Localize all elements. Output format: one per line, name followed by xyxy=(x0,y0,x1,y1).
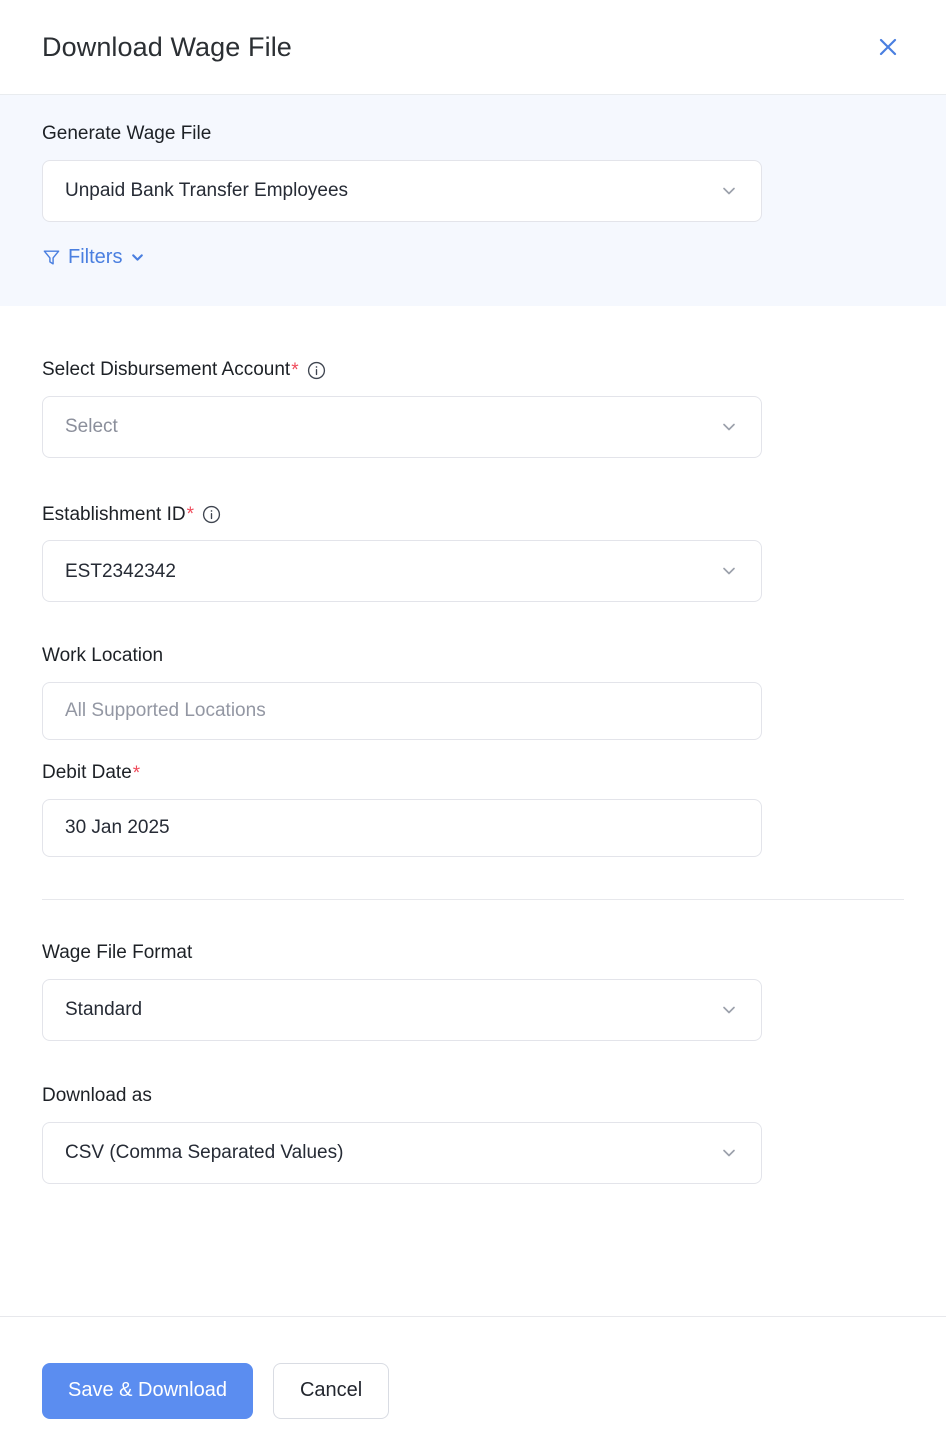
field-debit-date: Debit Date* 30 Jan 2025 xyxy=(42,762,904,857)
filters-toggle[interactable]: Filters xyxy=(42,246,146,269)
required-marker: * xyxy=(133,764,140,783)
debit-date-label: Debit Date* xyxy=(42,762,904,785)
generate-wage-file-label-text: Generate Wage File xyxy=(42,123,211,146)
download-wage-file-dialog: Download Wage File Generate Wage File Un… xyxy=(0,0,946,1432)
chevron-down-icon xyxy=(129,249,146,266)
work-location-label: Work Location xyxy=(42,645,904,668)
field-wage-file-format: Wage File Format Standard xyxy=(42,942,904,1041)
required-marker: * xyxy=(291,361,298,380)
dialog-header: Download Wage File xyxy=(0,0,946,95)
chevron-down-icon xyxy=(719,561,739,581)
field-work-location: Work Location All Supported Locations xyxy=(42,645,904,740)
disbursement-account-label: Select Disbursement Account* xyxy=(42,359,904,382)
chevron-down-icon xyxy=(719,181,739,201)
disbursement-account-label-text: Select Disbursement Account xyxy=(42,359,290,382)
download-as-label-text: Download as xyxy=(42,1085,152,1108)
disbursement-account-value: Select xyxy=(65,417,118,436)
save-and-download-button[interactable]: Save & Download xyxy=(42,1363,253,1419)
wage-file-format-label: Wage File Format xyxy=(42,942,904,965)
wage-file-format-value: Standard xyxy=(65,1000,142,1019)
dialog-footer: Save & Download Cancel xyxy=(0,1316,946,1432)
work-location-input[interactable]: All Supported Locations xyxy=(42,682,762,740)
work-location-label-text: Work Location xyxy=(42,645,163,668)
debit-date-label-text: Debit Date xyxy=(42,762,132,785)
field-establishment-id: Establishment ID* EST2342342 xyxy=(42,504,904,603)
establishment-id-select[interactable]: EST2342342 xyxy=(42,540,762,602)
work-location-placeholder: All Supported Locations xyxy=(65,700,266,722)
field-disbursement-account: Select Disbursement Account* Select xyxy=(42,359,904,458)
wage-file-format-select[interactable]: Standard xyxy=(42,979,762,1041)
debit-date-value: 30 Jan 2025 xyxy=(65,817,170,839)
generate-wage-file-label: Generate Wage File xyxy=(42,123,904,146)
info-icon[interactable] xyxy=(307,361,326,380)
download-as-select[interactable]: CSV (Comma Separated Values) xyxy=(42,1122,762,1184)
chevron-down-icon xyxy=(719,417,739,437)
disbursement-account-select[interactable]: Select xyxy=(42,396,762,458)
filter-funnel-icon xyxy=(42,248,61,267)
close-icon[interactable] xyxy=(868,27,908,67)
establishment-id-value: EST2342342 xyxy=(65,562,176,581)
cancel-button[interactable]: Cancel xyxy=(273,1363,389,1419)
debit-date-input[interactable]: 30 Jan 2025 xyxy=(42,799,762,857)
download-as-label: Download as xyxy=(42,1085,904,1108)
chevron-down-icon xyxy=(719,1143,739,1163)
required-marker: * xyxy=(187,505,194,524)
filters-label: Filters xyxy=(68,246,122,269)
generate-wage-file-value: Unpaid Bank Transfer Employees xyxy=(65,181,348,200)
chevron-down-icon xyxy=(719,1000,739,1020)
establishment-id-label: Establishment ID* xyxy=(42,504,904,527)
establishment-id-label-text: Establishment ID xyxy=(42,504,186,527)
page-title: Download Wage File xyxy=(42,32,292,63)
generate-wage-file-select[interactable]: Unpaid Bank Transfer Employees xyxy=(42,160,762,222)
download-as-value: CSV (Comma Separated Values) xyxy=(65,1143,343,1162)
info-icon[interactable] xyxy=(202,505,221,524)
field-download-as: Download as CSV (Comma Separated Values) xyxy=(42,1085,904,1184)
generate-wage-file-panel: Generate Wage File Unpaid Bank Transfer … xyxy=(0,95,946,306)
wage-file-format-label-text: Wage File Format xyxy=(42,942,192,965)
dialog-body: Select Disbursement Account* Select xyxy=(0,306,946,1316)
